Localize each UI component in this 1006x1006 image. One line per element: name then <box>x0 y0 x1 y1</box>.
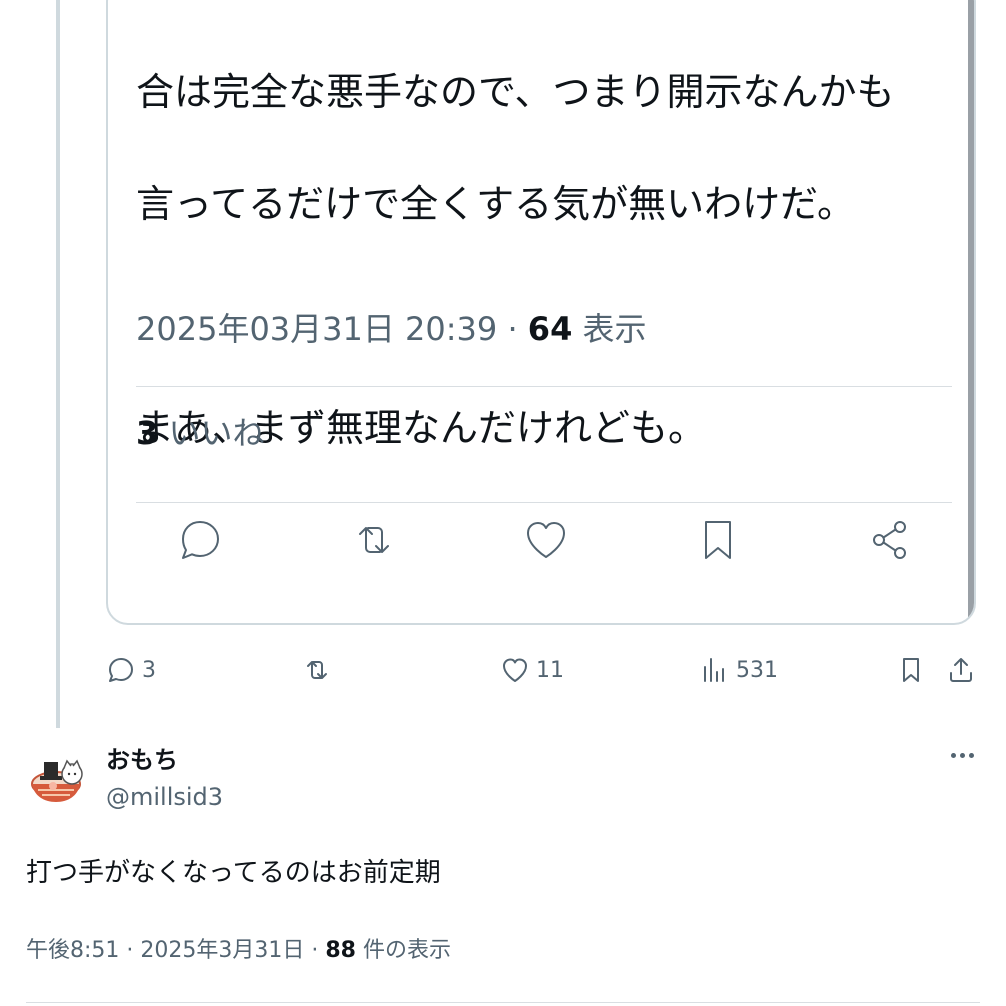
divider <box>136 386 952 387</box>
divider <box>26 1002 980 1003</box>
reply-views-count: 88 <box>325 938 356 963</box>
reply-views-label: 件の表示 <box>355 938 451 963</box>
avatar[interactable] <box>26 744 90 808</box>
thread-connector-line <box>56 0 60 728</box>
more-options-icon[interactable] <box>944 740 980 770</box>
tweet-action-bar: 3 11 531 <box>0 650 1006 690</box>
share-icon[interactable] <box>862 512 918 568</box>
reply-icon <box>109 658 133 682</box>
quoted-tweet-views-label: 表示 <box>572 310 647 348</box>
reply-timestamp[interactable]: 午後8:51 · 2025年3月31日 · <box>26 938 325 963</box>
share-button[interactable] <box>946 650 976 690</box>
quoted-tweet-likes[interactable]: 3 いいね <box>136 408 264 454</box>
reply-display-name[interactable]: おもち <box>106 740 178 775</box>
retweet-icon[interactable] <box>346 512 402 568</box>
divider <box>136 502 952 503</box>
quoted-tweet-meta: 2025年03月31日 20:39 · 64 表示 <box>136 304 647 350</box>
quoted-tweet-actions <box>108 512 974 582</box>
reply-handle[interactable]: @millsid3 <box>106 783 223 811</box>
quoted-text-line: 合は完全な悪手なので、つまり開示なんかも <box>136 70 895 114</box>
bookmark-icon[interactable] <box>690 512 746 568</box>
quoted-tweet-timestamp[interactable]: 2025年03月31日 20:39 · <box>136 310 528 348</box>
views-button[interactable]: 531 <box>700 650 778 690</box>
quoted-text-line: 言ってるだけで全くする気が無いわけだ。 <box>136 182 855 226</box>
quoted-tweet-views-count: 64 <box>527 310 573 348</box>
likes-count: 3 <box>136 414 159 452</box>
share-icon <box>950 658 972 682</box>
like-count: 11 <box>536 657 564 683</box>
reply-button[interactable]: 3 <box>106 650 156 690</box>
like-button[interactable]: 11 <box>500 650 564 690</box>
bookmark-icon <box>903 658 919 682</box>
reply-meta: 午後8:51 · 2025年3月31日 · 88 件の表示 <box>26 932 451 964</box>
like-icon[interactable] <box>518 512 574 568</box>
views-icon <box>704 658 724 682</box>
bookmark-button[interactable] <box>896 650 926 690</box>
reply-text: 打つ手がなくなってるのはお前定期 <box>26 858 441 888</box>
quoted-tweet-card[interactable]: 合は完全な悪手なので、つまり開示なんかも 言ってるだけで全くする気が無いわけだ。… <box>106 0 976 625</box>
likes-label: いいね <box>158 414 265 452</box>
reply-icon[interactable] <box>172 512 228 568</box>
retweet-icon <box>307 661 327 679</box>
views-count: 531 <box>736 657 778 683</box>
like-icon <box>503 658 527 682</box>
retweet-button[interactable] <box>302 650 338 690</box>
reply-count: 3 <box>142 657 156 683</box>
ramen-cat-avatar-icon <box>26 744 90 808</box>
